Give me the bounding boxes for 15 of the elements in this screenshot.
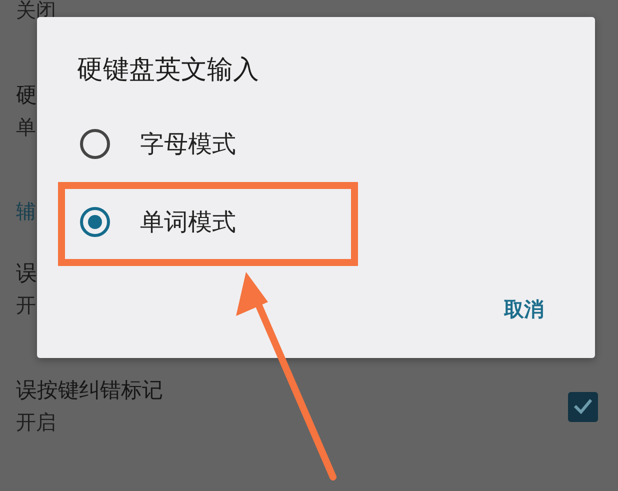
setting-value: 开 <box>16 292 37 319</box>
cancel-button[interactable]: 取消 <box>498 287 550 331</box>
setting-value: 开启 <box>16 409 57 436</box>
checkbox[interactable] <box>568 392 598 422</box>
setting-title: 误 <box>16 260 37 287</box>
setting-value: 单 <box>16 114 37 141</box>
radio-button[interactable] <box>80 129 110 159</box>
section-header: 辅 <box>16 198 36 225</box>
dialog-title: 硬键盘英文输入 <box>76 54 260 87</box>
check-icon <box>574 399 592 414</box>
option-label[interactable]: 字母模式 <box>140 128 236 160</box>
setting-title: 误按键纠错标记 <box>16 377 163 404</box>
setting-title: 硬 <box>16 82 37 109</box>
radio-button[interactable] <box>80 207 110 237</box>
option-label[interactable]: 单词模式 <box>140 206 236 238</box>
